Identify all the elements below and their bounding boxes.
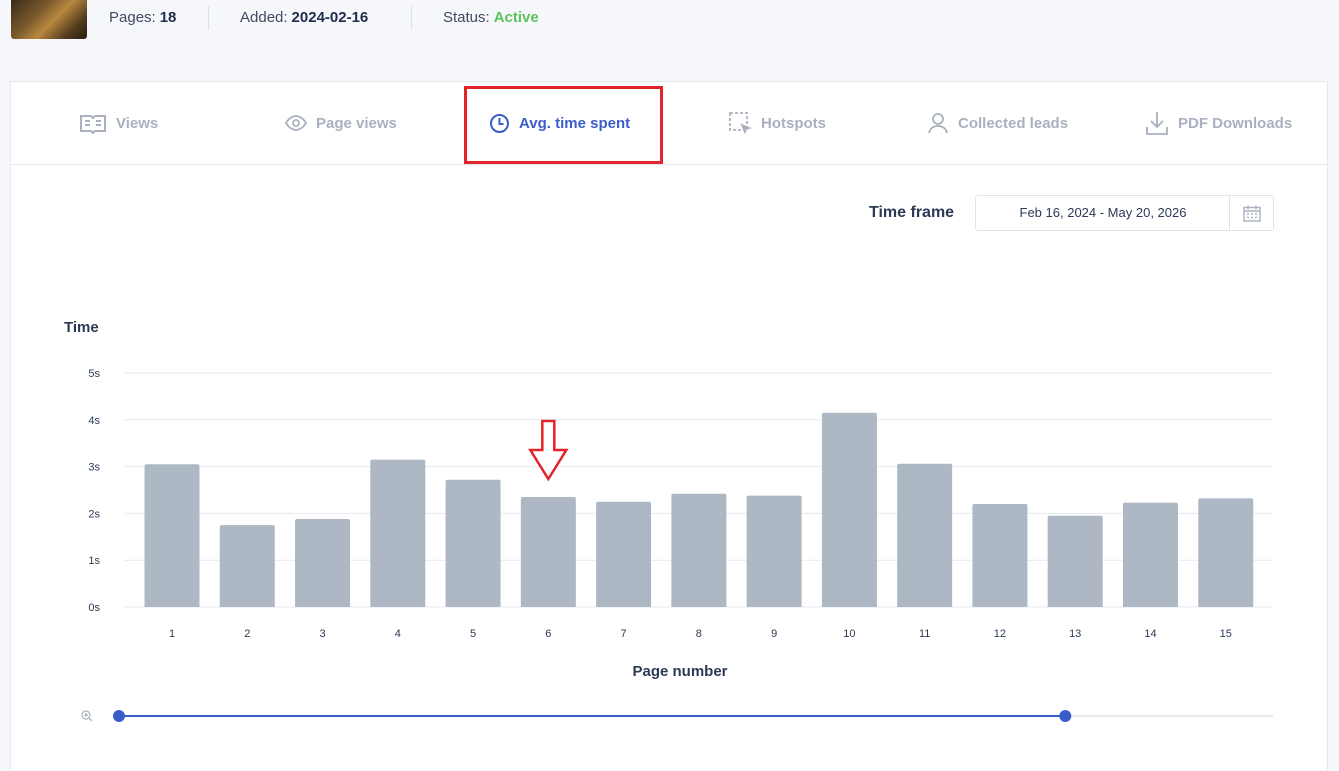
y-tick-label: 1s bbox=[88, 555, 100, 567]
x-tick-label: 1 bbox=[169, 628, 175, 640]
bar[interactable] bbox=[295, 519, 351, 607]
x-tick-label: 2 bbox=[244, 628, 250, 640]
bar[interactable] bbox=[1047, 515, 1103, 607]
x-tick-label: 7 bbox=[621, 628, 627, 640]
y-tick-label: 3s bbox=[88, 462, 100, 474]
bar[interactable] bbox=[596, 501, 652, 607]
bar[interactable] bbox=[821, 412, 877, 607]
bar[interactable] bbox=[1198, 498, 1254, 607]
zoom-handle-end[interactable] bbox=[1059, 710, 1072, 722]
zoom-icon[interactable] bbox=[81, 710, 93, 722]
x-tick-label: 6 bbox=[545, 628, 551, 640]
y-axis-label: Time bbox=[64, 319, 99, 336]
y-tick-label: 0s bbox=[88, 602, 100, 614]
y-tick-label: 5s bbox=[88, 368, 100, 380]
x-tick-label: 4 bbox=[395, 628, 401, 640]
x-axis-label: Page number bbox=[632, 663, 727, 680]
bar[interactable] bbox=[972, 504, 1028, 607]
x-tick-label: 3 bbox=[319, 628, 325, 640]
x-tick-label: 15 bbox=[1220, 628, 1232, 640]
x-tick-label: 11 bbox=[919, 628, 930, 640]
y-tick-label: 2s bbox=[88, 508, 100, 520]
bar[interactable] bbox=[219, 525, 275, 607]
bar[interactable] bbox=[445, 479, 501, 607]
bar[interactable] bbox=[746, 495, 802, 607]
x-tick-label: 13 bbox=[1069, 628, 1081, 640]
avg-time-bar-chart: Time0s1s2s3s4s5s1 2 3 4 5 6 7 8 9 10 11 12 13 14 15Pag… bbox=[64, 319, 1273, 722]
x-tick-label: 14 bbox=[1144, 628, 1156, 640]
x-tick-label: 10 bbox=[843, 628, 855, 640]
down-arrow-annotation bbox=[528, 419, 569, 482]
zoom-handle-start[interactable] bbox=[113, 710, 125, 722]
x-tick-label: 12 bbox=[994, 628, 1006, 640]
x-tick-label: 8 bbox=[696, 628, 702, 640]
bar[interactable] bbox=[671, 493, 727, 607]
bar[interactable] bbox=[897, 463, 953, 607]
bar[interactable] bbox=[520, 497, 576, 607]
bar[interactable] bbox=[1122, 502, 1178, 607]
bar[interactable] bbox=[370, 459, 426, 607]
x-tick-label: 9 bbox=[771, 628, 777, 640]
bar[interactable] bbox=[144, 464, 200, 607]
y-tick-label: 4s bbox=[88, 415, 100, 427]
x-tick-label: 5 bbox=[470, 628, 476, 640]
